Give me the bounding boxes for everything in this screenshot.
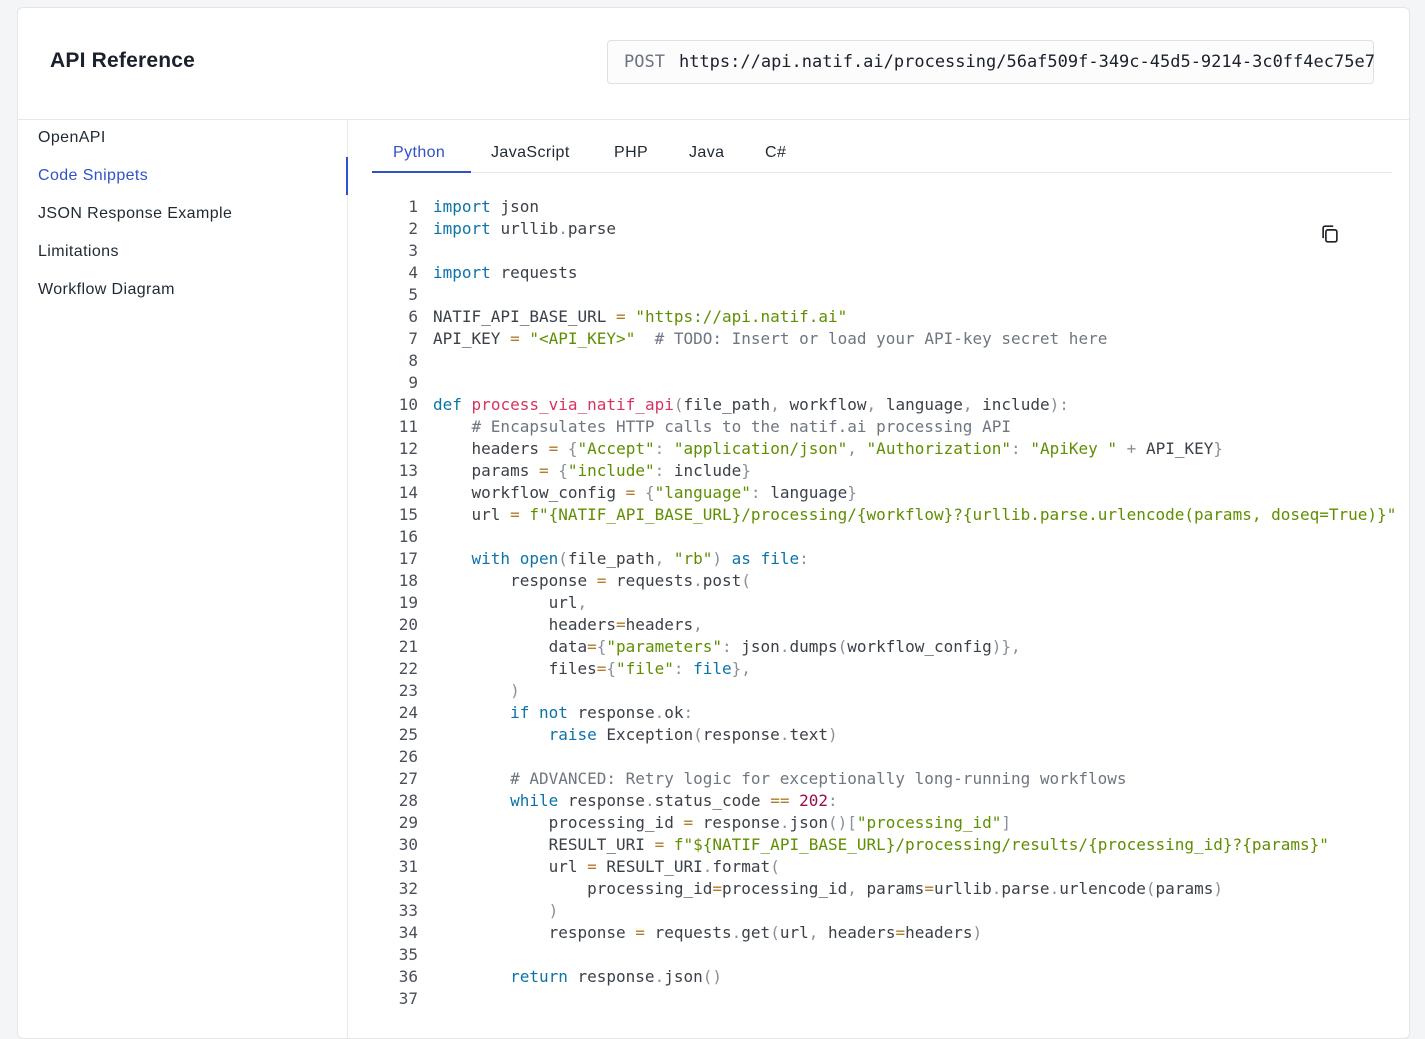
line-number: 2 [408,219,418,238]
line-number: 14 [398,483,418,502]
code-block: 1 import json 2 import urllib.parse 3 4 import… [390,196,1397,1010]
line-number: 7 [408,329,418,348]
line-number: 5 [408,285,418,304]
line-number: 33 [398,901,418,920]
code-line: 9 [390,372,1390,394]
code-line: 27 # ADVANCED: Retry logic for exception… [390,768,1390,790]
code-line: 16 [390,526,1390,548]
header: API Reference POST https://api.natif.ai/… [18,8,1409,120]
tab-php[interactable]: PHP [614,144,648,162]
tab-java[interactable]: Java [689,144,724,162]
code-line: 30 RESULT_URI = f"${NATIF_API_BASE_URL}/… [390,834,1390,856]
tab-csharp[interactable]: C# [765,144,786,162]
line-number: 3 [408,241,418,260]
language-tabs: Python JavaScript PHP Java C# [372,138,1392,173]
line-number: 27 [398,769,418,788]
code-line: 28 while response.status_code == 202: [390,790,1390,812]
active-nav-indicator [346,157,348,195]
code-line: 31 url = RESULT_URI.format( [390,856,1390,878]
code-line: 33 ) [390,900,1390,922]
line-number: 23 [398,681,418,700]
line-number: 1 [408,197,418,216]
tab-python[interactable]: Python [393,144,445,162]
code-line: 34 response = requests.get(url, headers=… [390,922,1390,944]
code-line: 24 if not response.ok: [390,702,1390,724]
line-number: 18 [398,571,418,590]
line-number: 35 [398,945,418,964]
code-line: 11 # Encapsulates HTTP calls to the nati… [390,416,1390,438]
code-line: 10 def process_via_natif_api(file_path, w… [390,394,1390,416]
tab-javascript[interactable]: JavaScript [491,144,570,162]
line-number: 37 [398,989,418,1008]
sidebar-item-json-response-example[interactable]: JSON Response Example [38,205,338,229]
code-line: 15 url = f"{NATIF_API_BASE_URL}/processi… [390,504,1397,526]
line-number: 8 [408,351,418,370]
line-number: 17 [398,549,418,568]
line-number: 20 [398,615,418,634]
line-number: 29 [398,813,418,832]
http-method: POST [624,52,665,72]
line-number: 24 [398,703,418,722]
line-number: 19 [398,593,418,612]
endpoint-url: https://api.natif.ai/processing/56af509f… [678,52,1375,72]
code-line: 6 NATIF_API_BASE_URL = "https://api.natif… [390,306,1390,328]
sidebar: OpenAPI Code Snippets JSON Response Exam… [18,120,348,1038]
endpoint-box: POST https://api.natif.ai/processing/56a… [607,40,1375,84]
code-line: 12 headers = {"Accept": "application/jso… [390,438,1390,460]
code-line: 25 raise Exception(response.text) [390,724,1390,746]
line-number: 10 [398,395,418,414]
sidebar-item-code-snippets[interactable]: Code Snippets [38,167,338,191]
code-line: 18 response = requests.post( [390,570,1390,592]
line-number: 30 [398,835,418,854]
code-line: 4 import requests [390,262,1390,284]
line-number: 21 [398,637,418,656]
code-line: 5 [390,284,1390,306]
page-title: API Reference [50,49,195,72]
line-number: 34 [398,923,418,942]
code-line: 8 [390,350,1390,372]
line-number: 15 [398,505,418,524]
line-number: 4 [408,263,418,282]
code-line: 26 [390,746,1390,768]
code-line: 7 API_KEY = "<API_KEY>" # TODO: Insert or… [390,328,1390,350]
sidebar-item-limitations[interactable]: Limitations [38,243,338,267]
line-number: 36 [398,967,418,986]
line-number: 13 [398,461,418,480]
line-number: 12 [398,439,418,458]
code-line: 17 with open(file_path, "rb") as file: [390,548,1390,570]
code-line: 13 params = {"include": include} [390,460,1390,482]
line-number: 6 [408,307,418,326]
code-line: 36 return response.json() [390,966,1390,988]
line-number: 28 [398,791,418,810]
line-number: 26 [398,747,418,766]
active-tab-underline [372,171,471,173]
code-line: 14 workflow_config = {"language": langua… [390,482,1390,504]
code-line: 23 ) [390,680,1390,702]
sidebar-item-workflow-diagram[interactable]: Workflow Diagram [38,281,338,305]
line-number: 11 [398,417,418,436]
sidebar-item-openapi[interactable]: OpenAPI [38,129,338,153]
code-line: 3 [390,240,1390,262]
line-number: 9 [408,373,418,392]
code-line: 29 processing_id = response.json()["proc… [390,812,1390,834]
code-line: 20 headers=headers, [390,614,1390,636]
line-number: 25 [398,725,418,744]
line-number: 31 [398,857,418,876]
code-line: 32 processing_id=processing_id, params=u… [390,878,1390,900]
line-number: 32 [398,879,418,898]
code-line: 35 [390,944,1390,966]
code-line: 21 data={"parameters": json.dumps(workfl… [390,636,1390,658]
code-line: 1 import json [390,196,1390,218]
api-reference-card: API Reference POST https://api.natif.ai/… [17,7,1410,1039]
code-line: 22 files={"file": file}, [390,658,1390,680]
code-line: 19 url, [390,592,1390,614]
line-number: 22 [398,659,418,678]
code-line: 2 import urllib.parse [390,218,1390,240]
code-line: 37 [390,988,1390,1010]
line-number: 16 [398,527,418,546]
